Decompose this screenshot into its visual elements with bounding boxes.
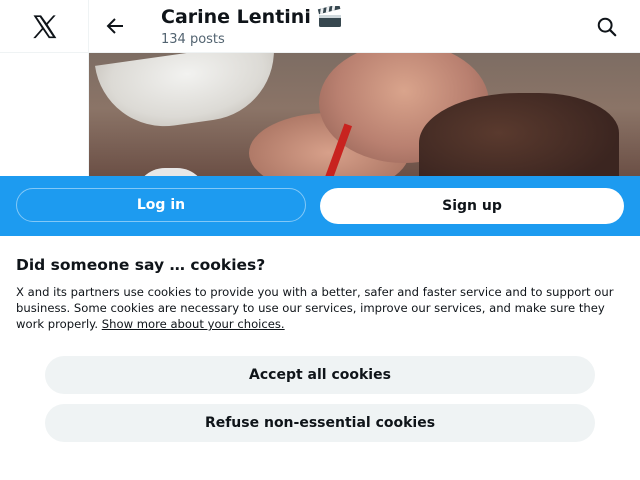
search-icon[interactable] [596,16,618,38]
signup-button[interactable]: Sign up [320,188,624,224]
refuse-cookies-button[interactable]: Refuse non-essential cookies [45,404,595,442]
login-button[interactable]: Log in [16,188,306,222]
profile-title-row: Carine Lentini [161,4,343,30]
profile-name: Carine Lentini [161,6,311,28]
profile-banner-image[interactable] [89,53,640,177]
cookie-choices-link[interactable]: Show more about your choices. [102,317,285,331]
cookie-description: X and its partners use cookies to provid… [16,284,626,332]
x-logo-icon[interactable] [30,13,58,41]
sidebar-divider [0,52,88,53]
arrow-left-icon[interactable] [103,14,127,38]
banner-lamp-shape [95,53,283,136]
clapperboard-emoji-icon [317,6,341,27]
posts-count: 134 posts [161,32,225,47]
cookie-title: Did someone say … cookies? [16,256,266,274]
accept-cookies-button[interactable]: Accept all cookies [45,356,595,394]
profile-header: Carine Lentini 134 posts [89,0,640,53]
cookie-consent-panel: Did someone say … cookies? X and its par… [0,236,640,480]
login-bar: Log in Sign up [0,176,640,236]
